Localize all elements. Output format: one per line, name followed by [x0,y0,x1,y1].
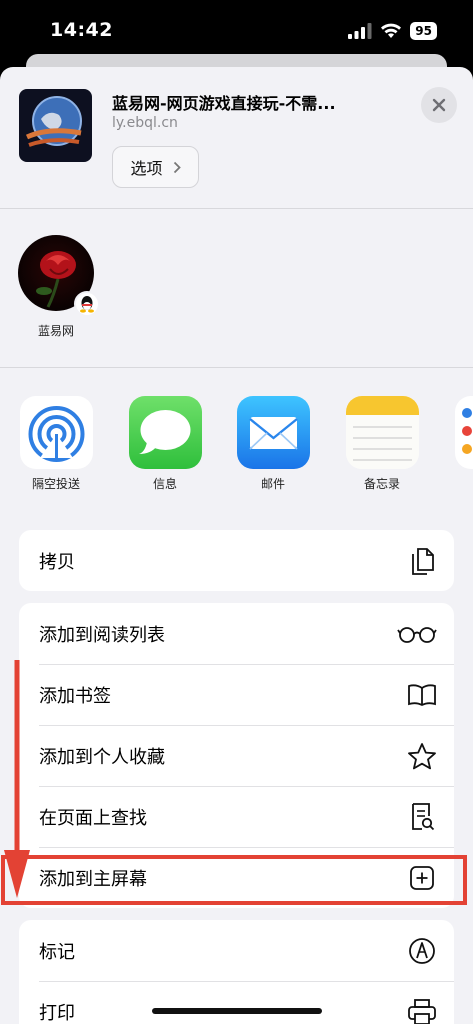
app-reminders[interactable]: 提 [446,396,473,492]
app-notes[interactable]: 备忘录 [337,396,427,492]
home-indicator [152,1008,322,1014]
action-markup[interactable]: 标记 [19,920,454,981]
cellular-signal-icon [348,23,372,39]
close-button[interactable] [421,87,457,123]
app-label: 邮件 [260,477,285,491]
messages-icon [128,396,202,469]
action-add-reading-list[interactable]: 添加到阅读列表 [19,603,454,664]
action-label: 标记 [39,941,75,963]
app-label: 提 [446,475,473,492]
app-label: 隔空投送 [31,477,80,491]
site-icon [19,89,92,162]
app-airdrop[interactable]: 隔空投送 [11,396,101,492]
action-find-on-page[interactable]: 在页面上查找 [19,786,454,847]
action-print[interactable]: 打印 [19,981,454,1024]
battery-indicator: 95 [410,22,437,40]
action-label: 添加书签 [39,685,111,707]
status-time: 14:42 [50,19,113,41]
action-label: 添加到个人收藏 [39,746,165,768]
wifi-icon [381,23,402,38]
action-add-bookmark[interactable]: 添加书签 [19,664,454,725]
markup-icon [406,935,438,967]
notes-icon [345,396,419,469]
reminders-icon [454,396,473,469]
site-title: 蓝易网-网页游戏直接玩-不需... [112,94,336,113]
action-label: 拷贝 [39,551,75,573]
site-url: ly.ebql.cn [112,115,178,131]
mail-icon [236,396,310,469]
contacts-divider [0,367,473,368]
copy-icon [406,545,438,577]
qq-icon [74,291,100,317]
find-document-icon [406,801,438,833]
app-label: 备忘录 [363,477,400,491]
app-messages[interactable]: 信息 [120,396,210,492]
status-bar: 14:42 95 [0,0,473,62]
app-mail[interactable]: 邮件 [228,396,318,492]
printer-icon [406,996,438,1024]
annotation-highlight-box [1,855,467,905]
action-add-favorites[interactable]: 添加到个人收藏 [19,725,454,786]
app-label: 信息 [152,477,177,491]
action-label: 在页面上查找 [39,807,147,829]
share-apps-row: 隔空投送 信息 邮件 备忘录 [0,396,473,496]
airdrop-icon [19,396,93,469]
chevron-right-icon [173,161,181,173]
share-header: 蓝易网-网页游戏直接玩-不需... ly.ebql.cn 选项 [0,67,473,209]
glasses-icon [396,618,438,650]
contact-suggestion[interactable]: 蓝易网 [18,235,100,339]
contact-name: 蓝易网 [37,324,74,338]
action-label: 打印 [39,1002,75,1024]
book-icon [406,679,438,711]
contact-avatar [18,235,100,317]
options-button[interactable]: 选项 [112,146,199,188]
header-divider [0,208,473,209]
action-label: 添加到阅读列表 [39,624,165,646]
status-icons: 95 [348,22,437,40]
star-icon [406,740,438,772]
close-icon [432,98,446,112]
actions-group-copy: 拷贝 [19,530,454,591]
action-copy[interactable]: 拷贝 [19,530,454,591]
options-label: 选项 [130,159,163,178]
